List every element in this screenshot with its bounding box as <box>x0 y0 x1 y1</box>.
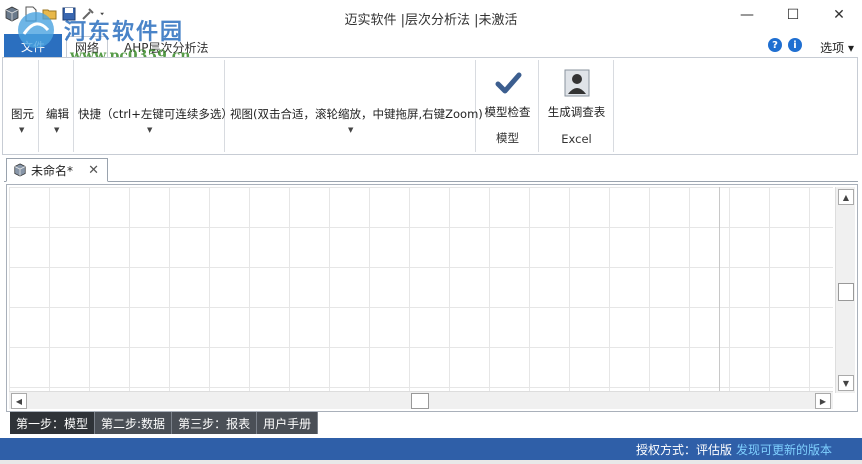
help-area: ? i <box>768 38 802 52</box>
shapes-label: 图元 <box>11 107 34 121</box>
view-label: 视图(双击合适，滚轮缩放，中键拖屏,右键Zoom) <box>230 107 483 121</box>
checkmark-icon <box>495 72 521 94</box>
tab-user-manual[interactable]: 用户手册 <box>257 412 319 434</box>
title-bar: 迈实软件 |层次分析法 |未激活 — ☐ ✕ <box>0 0 862 34</box>
chevron-down-icon: ▼ <box>147 126 153 134</box>
survey-user-icon <box>564 69 589 97</box>
tab-network[interactable]: 网络 <box>66 36 109 58</box>
document-tab[interactable]: 未命名* ✕ <box>6 158 108 182</box>
tab-step2-data[interactable]: 第二步:数据 <box>95 412 173 434</box>
tab-ahp[interactable]: AHP层次分析法 <box>116 36 216 58</box>
chevron-down-icon: ▼ <box>54 126 60 134</box>
model-group-label: 模型 <box>496 131 519 145</box>
canvas-grid[interactable] <box>9 187 833 393</box>
horizontal-scroll-thumb[interactable] <box>411 393 429 409</box>
scroll-down-button[interactable]: ▼ <box>838 375 854 391</box>
minimize-button[interactable]: — <box>724 0 770 30</box>
horizontal-scrollbar[interactable]: ◀ ▶ <box>9 391 833 409</box>
options-menu[interactable]: 选项 ▾ <box>820 39 854 56</box>
scroll-up-button[interactable]: ▲ <box>838 189 854 205</box>
shortcut-label: 快捷（ctrl+左键可连续多选） <box>78 107 233 121</box>
diagram-canvas[interactable]: ▲ ▼ ◀ ▶ <box>6 184 858 412</box>
close-button[interactable]: ✕ <box>816 0 862 30</box>
model-check-button[interactable]: 模型检查 <box>477 68 538 120</box>
help-icon[interactable]: ? <box>768 38 782 52</box>
status-bar: 授权方式：评估版 发现可更新的版本 <box>0 438 862 460</box>
ribbon-panel: 图元 ▼ 编辑 ▼ 快捷（ctrl+左键可连续多选） ▼ 视图(双击合适，滚轮缩… <box>2 57 858 155</box>
window-bottom-edge <box>0 460 862 464</box>
excel-group-label: Excel <box>561 132 592 146</box>
generate-survey-button[interactable]: 生成调查表 <box>540 68 613 120</box>
group-shortcut[interactable]: 快捷（ctrl+左键可连续多选） ▼ <box>75 60 233 152</box>
model-check-label: 模型检查 <box>484 105 531 119</box>
step-tab-bar: 第一步：模型 第二步:数据 第三步：报表 用户手册 <box>10 412 319 434</box>
document-tab-label: 未命名* <box>31 163 74 178</box>
file-tab[interactable]: 文件 <box>4 34 62 58</box>
license-status: 授权方式：评估版 <box>635 443 732 457</box>
chevron-down-icon: ▼ <box>348 126 354 134</box>
scroll-left-button[interactable]: ◀ <box>11 393 27 409</box>
close-icon[interactable]: ✕ <box>88 163 99 178</box>
group-model: 模型检查 模型 <box>477 60 539 152</box>
window-controls: — ☐ ✕ <box>724 0 862 30</box>
chevron-down-icon: ▼ <box>19 126 25 134</box>
info-icon[interactable]: i <box>788 38 802 52</box>
group-edit[interactable]: 编辑 ▼ <box>40 60 74 152</box>
update-link[interactable]: 发现可更新的版本 <box>736 441 832 458</box>
document-tab-strip: 未命名* ✕ <box>4 158 858 182</box>
maximize-button[interactable]: ☐ <box>770 0 816 30</box>
vertical-scrollbar[interactable]: ▲ ▼ <box>835 187 855 393</box>
tab-step1-model[interactable]: 第一步：模型 <box>10 412 96 434</box>
vertical-scroll-thumb[interactable] <box>838 283 854 301</box>
group-view[interactable]: 视图(双击合适，滚轮缩放，中键拖屏,右键Zoom) ▼ <box>226 60 483 152</box>
edit-label: 编辑 <box>46 107 69 121</box>
tab-step3-report[interactable]: 第三步：报表 <box>172 412 258 434</box>
document-cube-icon <box>14 163 26 177</box>
group-excel: 生成调查表 Excel <box>540 60 614 152</box>
canvas-page-boundary <box>719 187 720 393</box>
generate-survey-label: 生成调查表 <box>547 105 606 119</box>
ribbon-tab-row: 文件 网络 AHP层次分析法 ? i 选项 ▾ <box>0 34 862 58</box>
group-shapes[interactable]: 图元 ▼ <box>3 60 39 152</box>
scroll-right-button[interactable]: ▶ <box>815 393 831 409</box>
